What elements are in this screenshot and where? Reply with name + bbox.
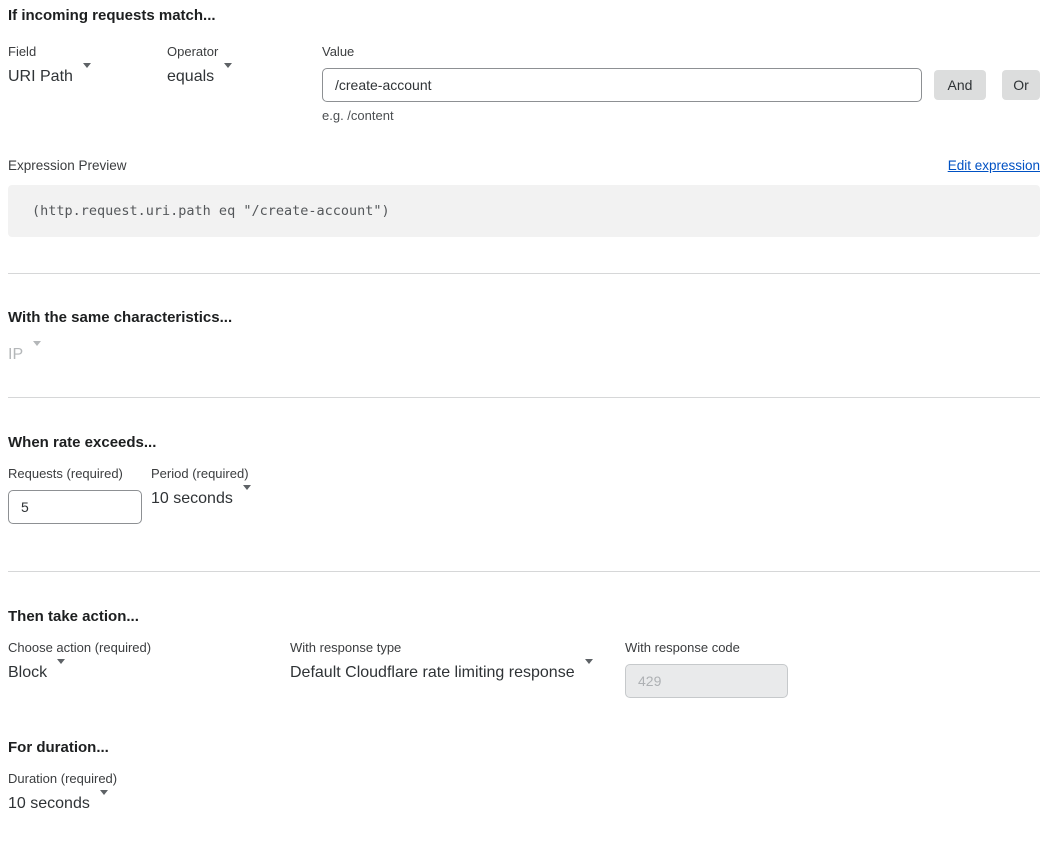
expression-builder-row: Field URI Path Operator equals Value e.g… — [8, 45, 1040, 123]
caret-down-icon — [243, 485, 251, 507]
operator-select-value: equals — [167, 68, 214, 85]
section-heading-action: Then take action... — [8, 609, 1040, 625]
caret-down-icon — [83, 63, 91, 85]
section-take-action: Then take action... Choose action (requi… — [8, 609, 1040, 698]
section-rate-exceeds: When rate exceeds... Requests (required)… — [8, 435, 1040, 524]
response-type-label: With response type — [290, 641, 611, 655]
requests-input[interactable] — [8, 490, 142, 524]
duration-select[interactable]: 10 seconds — [8, 795, 156, 813]
action-row: Choose action (required) Block With resp… — [8, 641, 1040, 698]
and-button[interactable]: And — [934, 70, 986, 100]
caret-down-icon — [33, 341, 41, 363]
section-divider — [8, 273, 1040, 274]
section-heading-incoming-requests: If incoming requests match... — [8, 8, 1040, 24]
field-group: Field URI Path — [8, 45, 156, 86]
or-button[interactable]: Or — [1002, 70, 1040, 100]
period-label: Period (required) — [151, 467, 300, 481]
period-select[interactable]: 10 seconds — [151, 490, 300, 508]
choose-action-select[interactable]: Block — [8, 664, 274, 682]
section-heading-duration: For duration... — [8, 740, 1040, 756]
response-code-input — [625, 664, 788, 698]
section-divider — [8, 571, 1040, 572]
caret-down-icon — [585, 659, 593, 681]
expression-preview-label: Expression Preview — [8, 158, 127, 173]
expression-preview-code: (http.request.uri.path eq "/create-accou… — [32, 203, 390, 219]
section-incoming-requests-match: If incoming requests match... Field URI … — [8, 8, 1040, 237]
choose-action-select-value: Block — [8, 664, 47, 681]
rate-row: Requests (required) Period (required) 10… — [8, 467, 1040, 524]
section-for-duration: For duration... Duration (required) 10 s… — [8, 740, 1040, 813]
value-group: Value e.g. /content — [322, 45, 922, 123]
value-label: Value — [322, 45, 922, 59]
duration-group: Duration (required) 10 seconds — [8, 772, 156, 813]
section-same-characteristics: With the same characteristics... IP — [8, 310, 1040, 364]
section-heading-rate: When rate exceeds... — [8, 435, 1040, 451]
operator-select[interactable]: equals — [167, 68, 313, 86]
response-code-label: With response code — [625, 641, 788, 655]
field-label: Field — [8, 45, 156, 59]
requests-group: Requests (required) — [8, 467, 142, 524]
value-input[interactable] — [322, 68, 922, 102]
section-divider — [8, 397, 1040, 398]
caret-down-icon — [57, 659, 65, 681]
edit-expression-link[interactable]: Edit expression — [948, 158, 1040, 173]
operator-group: Operator equals — [167, 45, 313, 86]
caret-down-icon — [224, 63, 232, 85]
requests-label: Requests (required) — [8, 467, 142, 481]
value-helper-text: e.g. /content — [322, 108, 922, 123]
operator-label: Operator — [167, 45, 313, 59]
choose-action-group: Choose action (required) Block — [8, 641, 274, 682]
caret-down-icon — [100, 790, 108, 812]
duration-label: Duration (required) — [8, 772, 156, 786]
response-type-select[interactable]: Default Cloudflare rate limiting respons… — [290, 664, 611, 682]
field-select-value: URI Path — [8, 68, 73, 85]
response-type-group: With response type Default Cloudflare ra… — [290, 641, 611, 682]
section-heading-characteristics: With the same characteristics... — [8, 310, 1040, 326]
period-group: Period (required) 10 seconds — [151, 467, 300, 508]
expression-preview-box: (http.request.uri.path eq "/create-accou… — [8, 185, 1040, 237]
choose-action-label: Choose action (required) — [8, 641, 274, 655]
rate-limiting-rule-form: If incoming requests match... Field URI … — [8, 8, 1040, 813]
response-type-select-value: Default Cloudflare rate limiting respons… — [290, 664, 575, 681]
period-select-value: 10 seconds — [151, 490, 233, 507]
field-select[interactable]: URI Path — [8, 68, 156, 86]
characteristic-select-value: IP — [8, 346, 23, 363]
expression-preview-header: Expression Preview Edit expression — [8, 158, 1040, 173]
duration-select-value: 10 seconds — [8, 795, 90, 812]
response-code-group: With response code — [625, 641, 788, 698]
characteristic-select: IP — [8, 346, 156, 364]
